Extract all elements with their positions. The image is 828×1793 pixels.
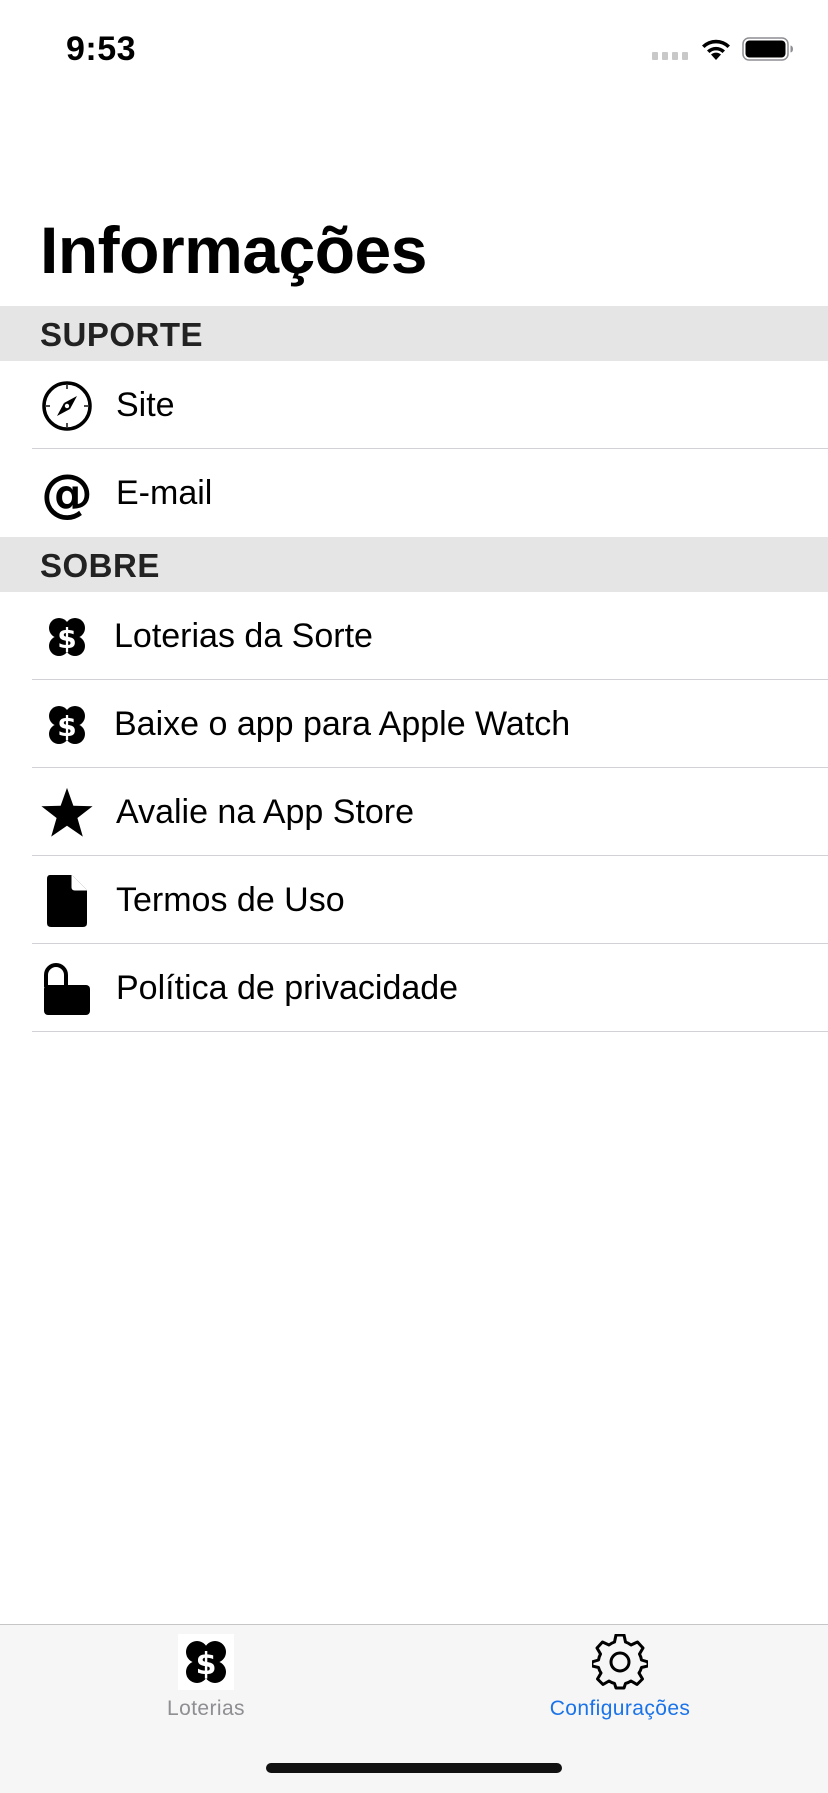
status-time: 9:53: [66, 30, 137, 68]
svg-text:$: $: [57, 622, 76, 655]
section-header-support: SUPORTE: [0, 306, 828, 361]
page-title: Informações: [40, 213, 427, 287]
list-item-label: E-mail: [116, 474, 213, 512]
svg-text:@: @: [41, 467, 93, 521]
section-header-label: SUPORTE: [40, 316, 204, 353]
list-item-rate-app-store[interactable]: Avalie na App Store: [0, 768, 828, 856]
tab-configuracoes[interactable]: Configurações: [490, 1633, 750, 1733]
list-item-label: Avalie na App Store: [116, 793, 415, 831]
section-header-about: SOBRE: [0, 537, 828, 592]
compass-icon: [40, 379, 94, 433]
home-indicator[interactable]: [266, 1763, 562, 1773]
gear-icon: [591, 1633, 649, 1691]
cellular-signal-icon: [652, 52, 692, 62]
tab-bar: $ Loterias Configurações: [0, 1624, 828, 1793]
status-bar: 9:53: [0, 0, 828, 100]
list-item-loterias-da-sorte[interactable]: $ Loterias da Sorte: [0, 592, 828, 680]
list-item-label: Baixe o app para Apple Watch: [114, 705, 571, 743]
svg-text:$: $: [57, 710, 76, 743]
tab-label: Loterias: [167, 1697, 245, 1720]
clover-dollar-icon: $: [177, 1633, 235, 1691]
list-item-label: Site: [116, 386, 175, 424]
battery-icon: [742, 37, 793, 61]
list-item-site[interactable]: Site: [0, 361, 828, 449]
unlocked-padlock-icon: [40, 962, 94, 1016]
clover-dollar-icon: $: [40, 698, 94, 752]
support-list: Site @ E-mail: [0, 361, 828, 537]
tab-loterias[interactable]: $ Loterias: [76, 1633, 336, 1733]
list-item-label: Termos de Uso: [116, 881, 345, 919]
document-icon: [40, 874, 94, 928]
star-icon: [40, 786, 94, 840]
section-header-label: SOBRE: [40, 547, 160, 584]
list-item-label: Política de privacidade: [116, 969, 459, 1007]
list-item-email[interactable]: @ E-mail: [0, 449, 828, 537]
wifi-icon: [702, 39, 730, 60]
at-sign-icon: @: [40, 467, 94, 521]
about-list: $ Loterias da Sorte $ Baixe o app para A…: [0, 592, 828, 1032]
list-item-label: Loterias da Sorte: [114, 617, 373, 655]
list-item-privacy-policy[interactable]: Política de privacidade: [0, 944, 828, 1032]
clover-dollar-icon: $: [40, 610, 94, 664]
list-item-terms-of-use[interactable]: Termos de Uso: [0, 856, 828, 944]
list-item-apple-watch-app[interactable]: $ Baixe o app para Apple Watch: [0, 680, 828, 768]
svg-text:$: $: [196, 1647, 217, 1682]
tab-label: Configurações: [549, 1697, 691, 1720]
